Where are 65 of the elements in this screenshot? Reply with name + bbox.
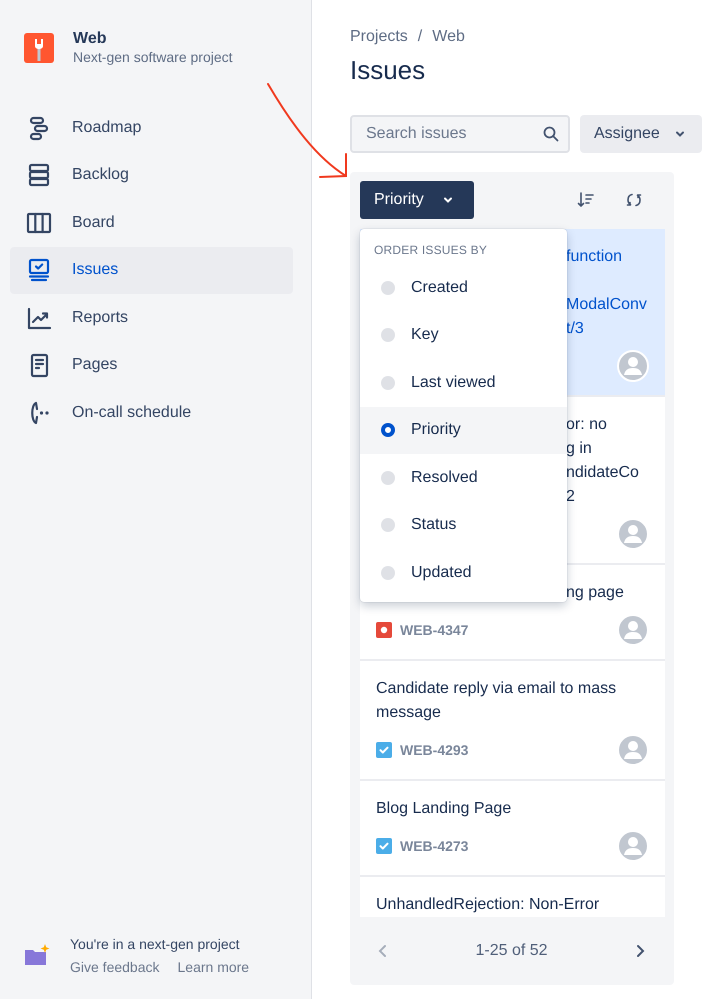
issue-title: ng page [566, 583, 624, 603]
menu-option[interactable]: Key [360, 312, 567, 359]
issue-title: Blog Landing Page [376, 799, 512, 819]
avatar-icon [617, 518, 649, 550]
menu-option[interactable]: Priority [360, 406, 567, 454]
page-range: 1-25 of 52 [475, 942, 548, 960]
refresh-icon[interactable] [625, 191, 643, 209]
radio-button[interactable] [381, 518, 395, 532]
issue-key: WEB-4273 [400, 838, 468, 854]
menu-option[interactable]: Last viewed [360, 359, 567, 406]
issue-title: UnhandledRejection: Non-Error [376, 895, 600, 915]
nav-item[interactable]: Backlog [10, 152, 293, 199]
avatar-icon [617, 350, 649, 382]
nav-item[interactable]: Issues [10, 246, 293, 294]
issue-key: WEB-4347 [400, 622, 468, 638]
nav-item[interactable]: Pages [10, 342, 293, 389]
search-icon [543, 126, 559, 142]
radio-button[interactable] [381, 376, 395, 390]
filter-dropdown[interactable]: Assignee [580, 115, 702, 153]
issue-title: or: no [566, 415, 607, 435]
search-field[interactable]: Search issues [350, 115, 570, 153]
menu-option[interactable]: Resolved [360, 454, 567, 502]
checkbox-icon [376, 742, 392, 758]
radio-button[interactable] [381, 328, 395, 342]
info-message: You're in a next-gen project [70, 936, 240, 952]
checkbox-icon [376, 838, 392, 854]
issue-title: t/3 [566, 319, 584, 339]
radio-button[interactable] [381, 423, 395, 438]
avatar-icon [617, 614, 649, 646]
stack-icon [26, 162, 52, 188]
issue-title: ModalConv [566, 295, 647, 315]
issue-card[interactable]: Blog Landing Page WEB-4273 [360, 781, 665, 877]
nav-item[interactable]: Roadmap [10, 104, 293, 152]
issue-card[interactable]: Candidate reply via email to mass message WEB-4293 [360, 661, 665, 781]
footer-link[interactable]: Learn more [178, 959, 250, 975]
nav-item[interactable]: On-call schedule [10, 389, 293, 436]
avatar-icon [617, 734, 649, 766]
nav-item[interactable]: Reports [10, 294, 293, 342]
page-title: Issues [350, 55, 426, 86]
issue-title: ndidateCo [566, 463, 639, 483]
breadcrumb-link[interactable]: Projects [350, 28, 408, 46]
nav-item[interactable]: Board [10, 199, 293, 246]
issue-title: 2 [566, 487, 575, 507]
issue-card[interactable]: UnhandledRejection: Non-Error [360, 877, 665, 917]
radio-button[interactable] [381, 470, 395, 485]
bug-icon [376, 622, 392, 638]
radio-button[interactable] [381, 566, 395, 580]
issue-title: g in [566, 439, 592, 459]
issue-title: function [566, 247, 622, 267]
monitor-check-icon [26, 257, 52, 284]
sort-order-icon[interactable] [577, 191, 595, 209]
wrench-logo-icon [24, 32, 54, 62]
avatar-icon [617, 830, 649, 862]
project-subtitle: Next-gen software project [73, 49, 233, 65]
radio-button[interactable] [381, 280, 395, 295]
breadcrumb-link[interactable]: Web [432, 28, 465, 46]
project-name: Web [73, 30, 108, 48]
issue-title: Candidate reply via email to mass message [376, 679, 618, 723]
menu-heading: ORDER ISSUES BY [373, 243, 488, 259]
sort-dropdown[interactable]: Priority [360, 181, 474, 219]
menu-option[interactable]: Status [360, 502, 567, 549]
footer-link[interactable]: Give feedback [70, 959, 160, 975]
menu-option[interactable]: Created [360, 264, 567, 312]
breadcrumb-separator: / [418, 28, 422, 46]
issue-key: WEB-4293 [400, 742, 468, 758]
